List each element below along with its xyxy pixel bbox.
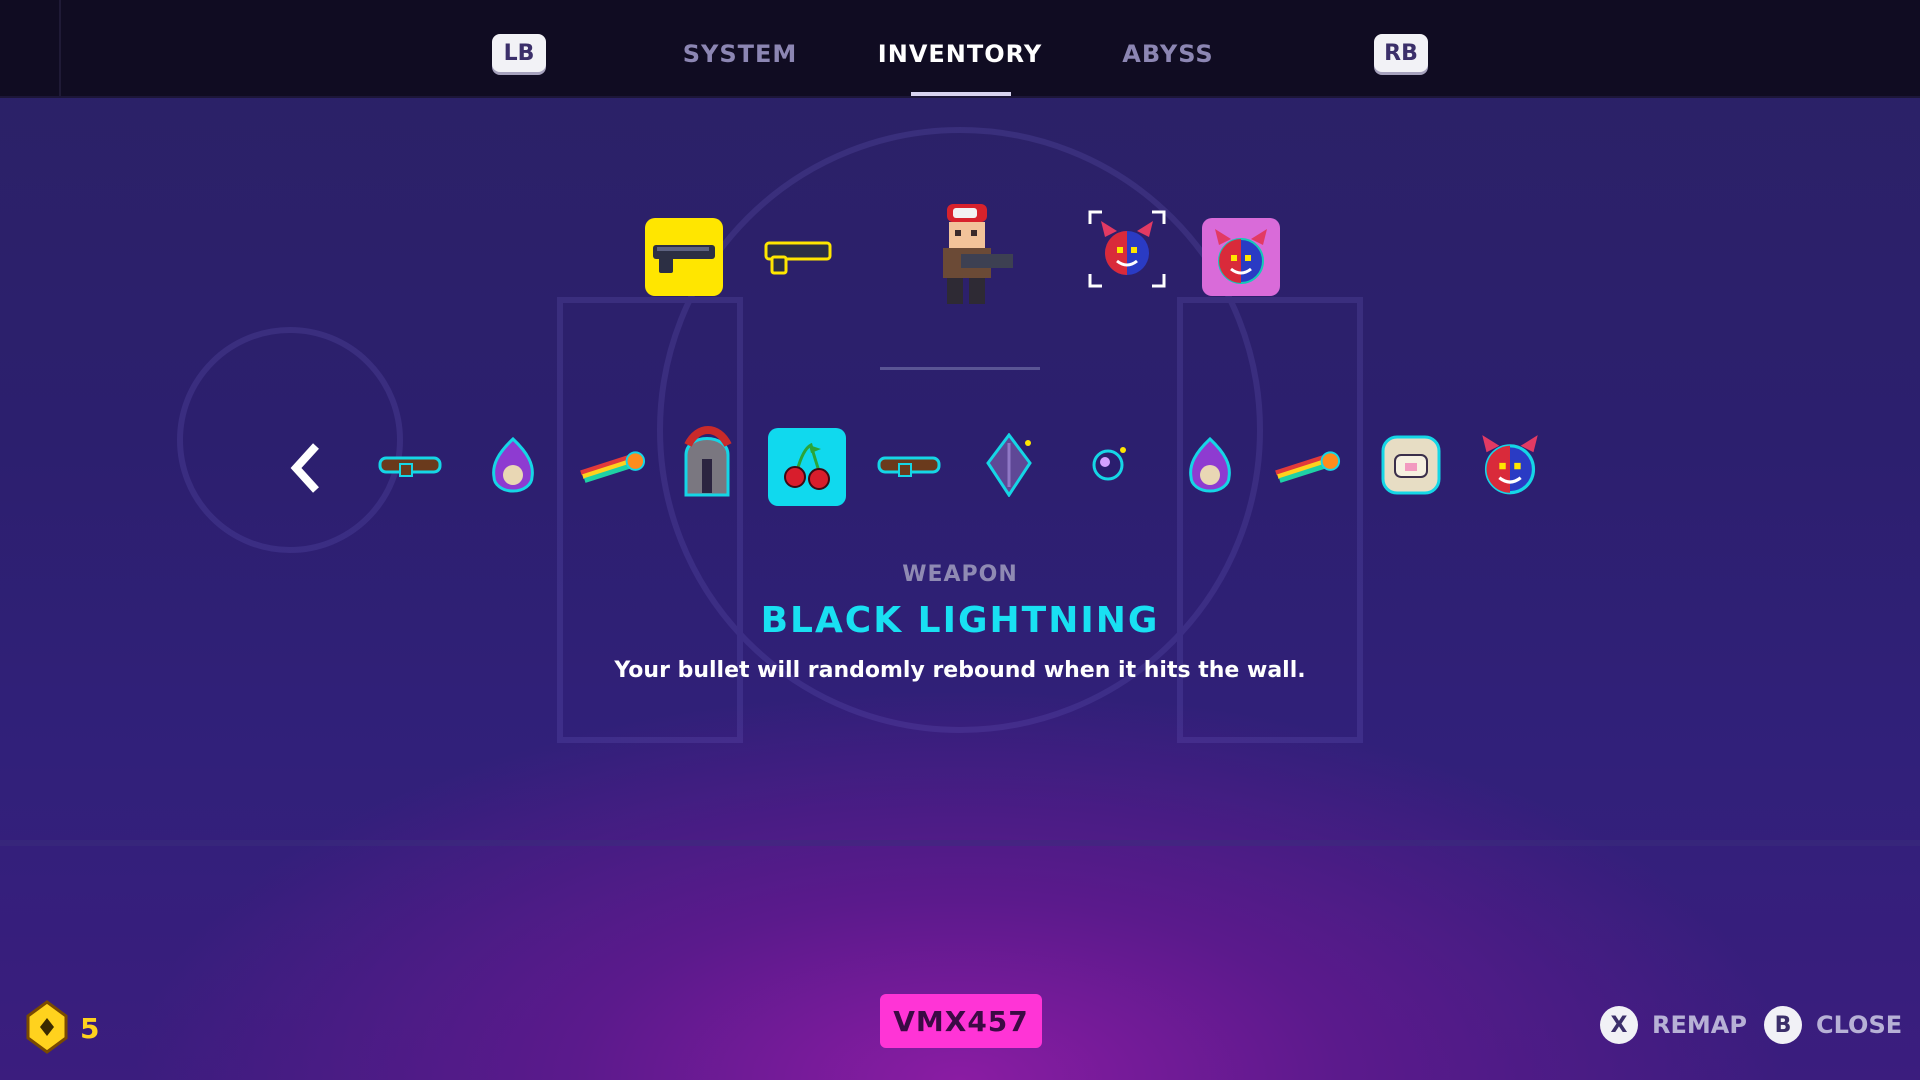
gem-currency-icon bbox=[26, 1000, 68, 1054]
rainbow-comet-icon bbox=[580, 451, 646, 483]
nav-divider bbox=[59, 0, 61, 96]
item-slot-1[interactable] bbox=[375, 430, 445, 500]
item-slot-11[interactable] bbox=[1376, 430, 1446, 500]
pig-badge-icon bbox=[1381, 435, 1441, 495]
demon-mask-icon bbox=[1215, 229, 1267, 284]
currency-count: 5 bbox=[80, 1012, 100, 1045]
active-tab-underline bbox=[911, 92, 1011, 96]
item-category: WEAPON bbox=[902, 562, 1018, 587]
x-button-icon: X bbox=[1600, 1006, 1638, 1044]
skull-flame-icon bbox=[1189, 437, 1231, 493]
b-button-icon: B bbox=[1764, 1006, 1802, 1044]
gunner-character bbox=[943, 204, 1013, 304]
spartan-helmet-icon bbox=[684, 426, 732, 497]
item-slot-7[interactable] bbox=[974, 430, 1044, 500]
close-label: CLOSE bbox=[1816, 1011, 1903, 1039]
item-slot-9[interactable] bbox=[1175, 430, 1245, 500]
item-slot-12[interactable] bbox=[1475, 430, 1545, 500]
loadout-slot-4[interactable] bbox=[1202, 218, 1280, 296]
scroll-left-arrow-icon[interactable] bbox=[288, 440, 324, 496]
item-slot-2[interactable] bbox=[478, 430, 548, 500]
remap-hint[interactable]: X REMAP bbox=[1600, 1006, 1747, 1044]
background-scene bbox=[0, 127, 1920, 846]
pistol-icon bbox=[764, 241, 832, 275]
orb-icon bbox=[1092, 447, 1126, 481]
seed-code-badge: VMX457 bbox=[880, 994, 1042, 1048]
purple-crystal-icon bbox=[986, 433, 1032, 497]
tab-system[interactable]: SYSTEM bbox=[683, 40, 798, 68]
loadout-slot-2[interactable] bbox=[760, 218, 838, 296]
selection-brackets bbox=[1088, 210, 1166, 288]
item-description: Your bullet will randomly rebound when i… bbox=[614, 658, 1306, 683]
loadout-slot-1[interactable] bbox=[645, 218, 723, 296]
skull-flame-icon bbox=[492, 437, 534, 493]
rb-button[interactable]: RB bbox=[1374, 34, 1428, 72]
tab-abyss[interactable]: ABYSS bbox=[1122, 40, 1213, 68]
item-slot-8[interactable] bbox=[1073, 430, 1143, 500]
demon-mask-icon bbox=[1482, 435, 1538, 495]
item-slot-6[interactable] bbox=[874, 430, 944, 500]
wooden-club-icon bbox=[877, 456, 941, 477]
tab-inventory[interactable]: INVENTORY bbox=[878, 40, 1042, 68]
item-slot-4[interactable] bbox=[672, 426, 742, 498]
item-name: BLACK LIGHTNING bbox=[760, 600, 1160, 641]
item-slot-10[interactable] bbox=[1272, 430, 1342, 500]
close-hint[interactable]: B CLOSE bbox=[1764, 1006, 1902, 1044]
item-slot-3[interactable] bbox=[577, 430, 647, 500]
remap-label: REMAP bbox=[1652, 1011, 1747, 1039]
lb-button[interactable]: LB bbox=[492, 34, 546, 72]
item-slot-5-selected[interactable] bbox=[768, 428, 846, 506]
pistol-icon bbox=[653, 245, 715, 273]
section-divider bbox=[880, 367, 1040, 370]
cherries-icon bbox=[784, 442, 830, 490]
loadout-slot-3[interactable] bbox=[1088, 210, 1166, 288]
wooden-club-icon bbox=[378, 456, 442, 477]
rainbow-comet-icon bbox=[1275, 451, 1341, 483]
